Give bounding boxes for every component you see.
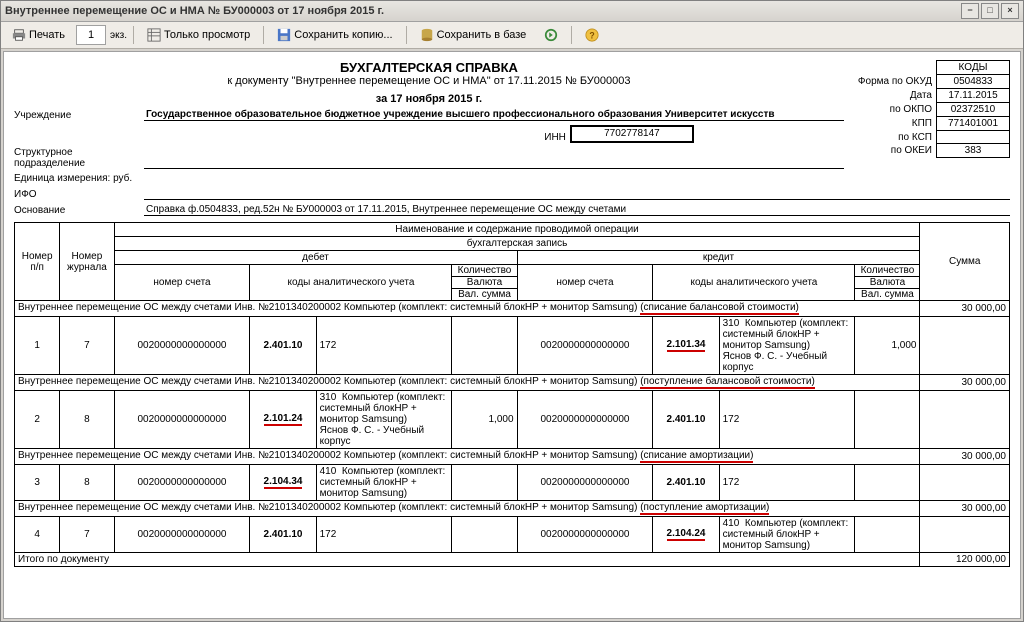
svg-text:?: ? [590,31,595,41]
help-icon: ? [585,28,599,42]
save-copy-label: Сохранить копию... [294,29,392,41]
inn-value: 7702778147 [570,125,694,143]
section-header-row: Внутреннее перемещение ОС между счетами … [15,375,1010,391]
codes-header: КОДЫ [937,61,1010,75]
grid-icon [147,28,161,42]
document-viewport[interactable]: КОДЫ Форма по ОКУД0504833 Дата17.11.2015… [3,51,1021,619]
print-button[interactable]: Печать [5,25,72,45]
inn-label: ИНН [544,132,566,143]
unit-label: Единица измерения: руб. [14,173,144,184]
close-button[interactable]: × [1001,3,1019,19]
entry-row: 4700200000000000002.401.1017200200000000… [15,517,1010,553]
basis-value: Справка ф.0504833, ред.52н № БУ000003 от… [144,204,1010,216]
entries-table: Номер п/п Номер журнала Наименование и с… [14,222,1010,567]
preview-button[interactable]: Только просмотр [140,25,257,45]
org-label: Учреждение [14,110,144,121]
save-db-button[interactable]: Сохранить в базе [413,25,534,45]
window-title: Внутреннее перемещение ОС и НМА № БУ0000… [5,5,959,17]
save-db-label: Сохранить в базе [437,29,527,41]
go-button[interactable] [537,25,565,45]
basis-label: Основание [14,205,144,216]
title-bar: Внутреннее перемещение ОС и НМА № БУ0000… [1,1,1023,22]
preview-label: Только просмотр [164,29,250,41]
section-header-row: Внутреннее перемещение ОС между счетами … [15,449,1010,465]
codes-box: КОДЫ Форма по ОКУД0504833 Дата17.11.2015… [852,60,1010,158]
minimize-button[interactable]: − [961,3,979,19]
section-header-row: Внутреннее перемещение ОС между счетами … [15,501,1010,517]
copies-input[interactable] [76,25,106,45]
print-label: Печать [29,29,65,41]
printer-icon [12,28,26,42]
footer-label: Итого по документу [15,553,920,567]
maximize-button[interactable]: □ [981,3,999,19]
floppy-icon [277,28,291,42]
entry-row: 3800200000000000002.104.34410 Компьютер … [15,465,1010,501]
subdiv-label: Структурное подразделение [14,147,144,169]
help-button[interactable]: ? [578,25,606,45]
app-window: Внутреннее перемещение ОС и НМА № БУ0000… [0,0,1024,622]
arrow-circle-icon [544,28,558,42]
org-value: Государственное образовательное бюджетно… [144,109,844,121]
save-copy-button[interactable]: Сохранить копию... [270,25,399,45]
footer-total: 120 000,00 [920,553,1010,567]
entry-row: 2800200000000000002.101.24310 Компьютер … [15,391,1010,449]
copies-suffix: экз. [110,30,127,41]
toolbar: Печать экз. Только просмотр Сохранить ко… [1,22,1023,49]
entry-row: 1700200000000000002.401.1017200200000000… [15,317,1010,375]
section-header-row: Внутреннее перемещение ОС между счетами … [15,301,1010,317]
ifo-label: ИФО [14,189,144,200]
database-icon [420,28,434,42]
